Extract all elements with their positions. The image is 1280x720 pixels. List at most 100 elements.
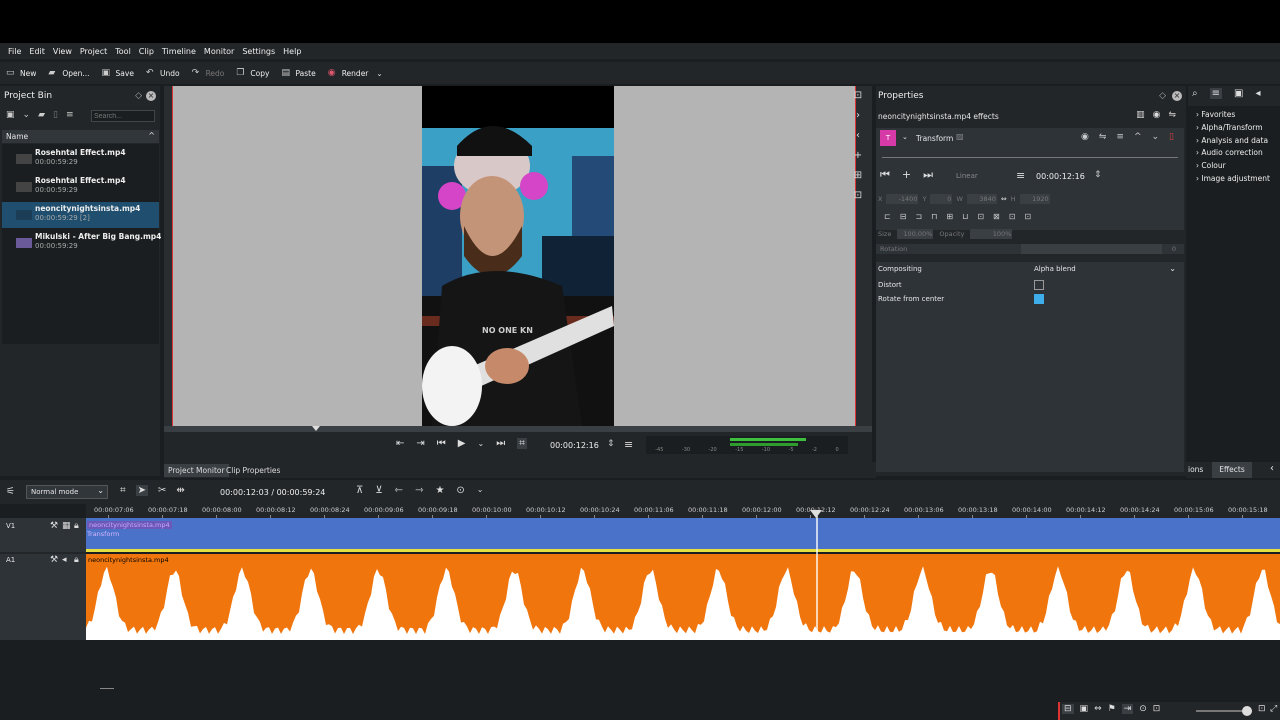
compare-icon[interactable]: ▥ <box>1136 110 1145 120</box>
opacity-field[interactable]: 100% <box>970 229 1013 239</box>
trash-icon[interactable]: ▯ <box>53 110 58 120</box>
set-out-icon[interactable]: ⇥ <box>416 438 424 449</box>
composite-icon[interactable]: ⌗ <box>120 485 126 496</box>
center-icon[interactable]: ⊡ <box>1009 212 1016 221</box>
size-field[interactable]: 100,00% <box>897 229 934 239</box>
interpolation-select[interactable]: Linear <box>956 172 978 180</box>
effect-category-audio[interactable]: › Audio correction <box>1196 148 1263 157</box>
menu-file[interactable]: File <box>8 47 21 56</box>
add-clip-icon[interactable]: ▣ <box>6 110 15 120</box>
align-top-icon[interactable]: ⊓ <box>931 212 937 221</box>
chevron-up-icon[interactable]: ^ <box>1134 132 1142 142</box>
fit-icon[interactable]: ⊡ <box>977 212 984 221</box>
video-clip[interactable]: neoncitynightsinsta.mp4 Transform <box>86 518 1280 552</box>
monitor-ruler[interactable] <box>164 426 872 432</box>
delete-icon[interactable]: ▯ <box>1169 132 1174 142</box>
edit-mode-select[interactable]: Normal mode ⌄ <box>26 485 108 499</box>
track-name-a1[interactable]: A1 <box>6 556 15 564</box>
effect-category-analysis[interactable]: › Analysis and data <box>1196 136 1268 145</box>
audio-icon[interactable]: ◂ <box>1255 88 1260 99</box>
adjust-icon[interactable]: ⊠ <box>993 212 1000 221</box>
keyframe-ruler[interactable] <box>882 150 1178 160</box>
menu-settings[interactable]: Settings <box>242 47 275 56</box>
tab-transitions[interactable]: ions <box>1188 465 1203 474</box>
menu-edit[interactable]: Edit <box>29 47 45 56</box>
menu-clip[interactable]: Clip <box>139 47 154 56</box>
playhead-handle[interactable] <box>810 510 822 518</box>
zoom-in-icon[interactable]: ⊡ <box>1258 704 1266 714</box>
zone-icon[interactable]: ⌗ <box>517 438 527 449</box>
chevron-left-icon[interactable]: ‹ <box>1270 463 1274 474</box>
paste-button[interactable]: ▤ Paste <box>281 68 315 78</box>
spin-icon[interactable]: ⇕ <box>1094 170 1102 180</box>
lock-icon[interactable]: 🔒︎ <box>74 555 79 565</box>
w-field[interactable]: 3840 <box>966 194 997 204</box>
eye-icon[interactable]: ◉ <box>1153 110 1161 120</box>
zoom-fit-icon[interactable]: ⊡ <box>854 90 862 101</box>
overwrite-icon[interactable]: ⊻ <box>375 485 382 496</box>
eye-icon[interactable]: ◉ <box>1081 132 1089 142</box>
monitor-timecode[interactable]: 00:00:12:16 <box>550 441 599 450</box>
save-icon[interactable]: ▣ <box>1080 704 1089 714</box>
float-icon[interactable]: ◇ <box>1159 91 1166 101</box>
h-field[interactable]: 1920 <box>1019 194 1050 204</box>
fit-icon[interactable]: ⇔ <box>1094 704 1102 714</box>
keyframe-icon[interactable]: ▨ <box>956 132 964 141</box>
y-field[interactable]: 0 <box>930 194 953 204</box>
menu-help[interactable]: Help <box>283 47 301 56</box>
effect-category-favorites[interactable]: › Favorites <box>1196 110 1235 119</box>
scroll-indicator[interactable] <box>100 688 114 689</box>
settings-icon[interactable]: ⇋ <box>1168 110 1176 120</box>
save-button[interactable]: ▣ Save <box>102 68 134 78</box>
open-button[interactable]: ▰ Open... <box>48 68 89 78</box>
chevron-down-icon[interactable]: ⌄ <box>902 133 908 141</box>
chevron-down-icon[interactable]: ⌄ <box>477 485 484 496</box>
save-icon[interactable]: ▣ <box>1234 88 1243 99</box>
timeline-ruler[interactable]: 00:00:07:06 00:00:07:18 00:00:08:00 00:00:0… <box>86 504 1280 518</box>
track-effect-icon[interactable]: ⚒ <box>50 555 58 565</box>
list-icon[interactable]: ≡ <box>1209 88 1222 99</box>
grid-icon[interactable]: ⊞ <box>854 170 862 181</box>
align-bottom-icon[interactable]: ⊔ <box>962 212 968 221</box>
menu-icon[interactable]: ≡ <box>66 110 74 120</box>
distort-checkbox[interactable] <box>1034 280 1044 290</box>
fill-icon[interactable]: ⊡ <box>1024 212 1031 221</box>
menu-project[interactable]: Project <box>80 47 107 56</box>
mute-icon[interactable]: ◂ <box>62 555 67 565</box>
float-icon[interactable]: ◇ <box>135 91 142 101</box>
menu-icon[interactable]: ≡ <box>1016 169 1025 182</box>
zoom-out-icon[interactable]: ⊡ <box>1153 704 1161 714</box>
list-item[interactable]: Rosehntal Effect.mp4 00:00:59:29 <box>2 174 159 200</box>
play-icon[interactable]: ▶ <box>458 438 466 449</box>
zoom-fit-icon[interactable]: ⊙ <box>1139 704 1147 714</box>
align-right-icon[interactable]: ⊐ <box>915 212 922 221</box>
zoom-icon[interactable]: ⊙ <box>456 485 464 496</box>
rotate-checkbox[interactable] <box>1034 294 1044 304</box>
redo-button[interactable]: ↷ Redo <box>192 68 225 78</box>
x-field[interactable]: -1400 <box>886 194 919 204</box>
menu-icon[interactable]: ≡ <box>1116 132 1124 142</box>
chevron-down-icon[interactable]: ⌄ <box>1169 264 1176 273</box>
zoom-slider-handle[interactable] <box>1242 706 1252 716</box>
tab-clip-properties[interactable]: Clip Properties <box>222 464 284 477</box>
zone-icon[interactable]: ⇥ <box>1121 704 1134 714</box>
effect-category-image[interactable]: › Image adjustment <box>1196 174 1270 183</box>
spacer-tool-icon[interactable]: ⇹ <box>176 485 184 496</box>
list-item[interactable]: Rosehntal Effect.mp4 00:00:59:29 <box>2 146 159 172</box>
folder-icon[interactable]: ▰ <box>38 110 45 120</box>
keyframe-timecode[interactable]: 00:00:12:16 <box>1036 172 1085 181</box>
menu-icon[interactable]: ≡ <box>624 438 633 451</box>
expand-icon[interactable]: ⤢ <box>1270 704 1277 714</box>
flag-icon[interactable]: ⚑ <box>1108 704 1116 714</box>
track-lock-icon[interactable]: ⚒ <box>50 521 58 531</box>
tab-effects[interactable]: Effects <box>1212 462 1252 478</box>
list-item[interactable]: Mikulski - After Big Bang.mp4 00:00:59:2… <box>2 230 161 256</box>
align-hcenter-icon[interactable]: ⊟ <box>900 212 907 221</box>
track-hide-icon[interactable]: ▦ <box>62 521 71 531</box>
chevron-down-icon[interactable]: ⌄ <box>1152 132 1160 142</box>
insert-icon[interactable]: ⊼ <box>356 485 363 496</box>
forward-icon[interactable]: ⏭ <box>496 438 505 449</box>
column-header[interactable]: Name ^ <box>2 130 159 143</box>
hide-icon[interactable]: ⊟ <box>1062 704 1074 714</box>
playhead-marker[interactable] <box>312 426 320 431</box>
